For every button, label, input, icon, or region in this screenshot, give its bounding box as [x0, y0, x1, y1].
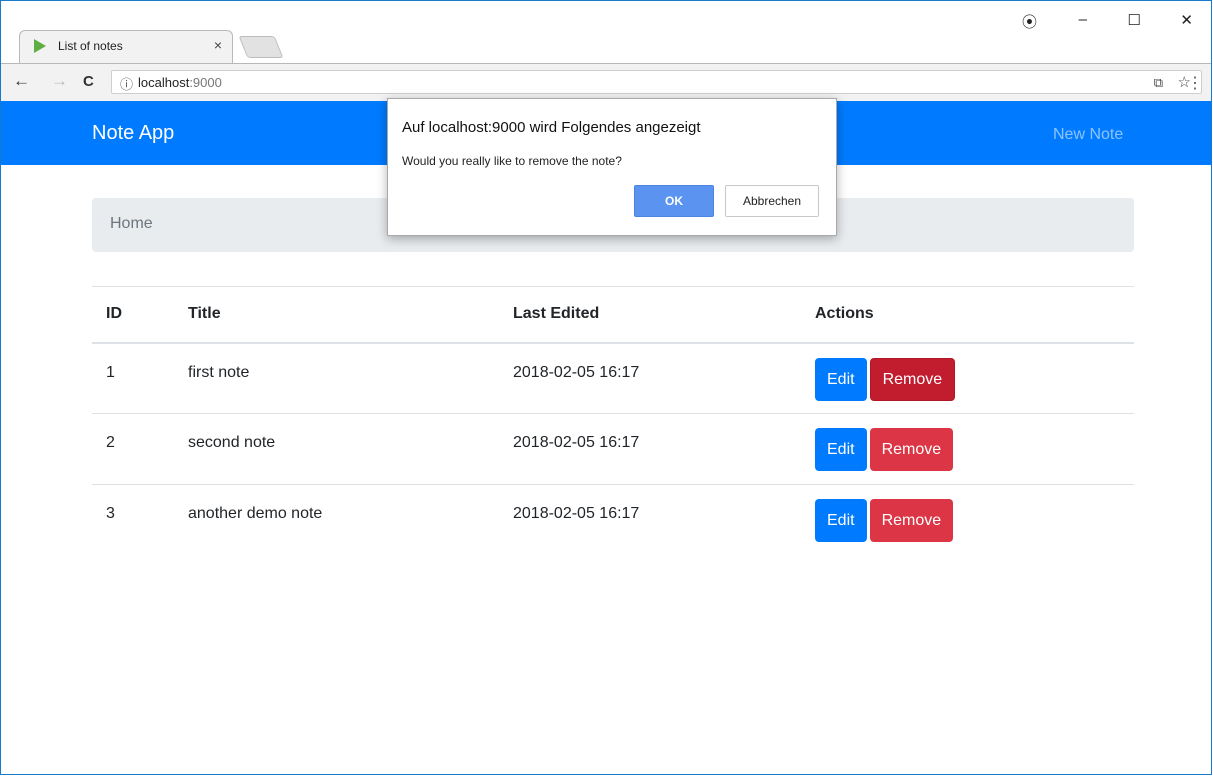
edit-button[interactable]: Edit [815, 357, 867, 401]
note-actions: Edit Remove [801, 342, 1134, 414]
note-last-edited: 2018-02-05 16:17 [499, 342, 801, 414]
address-bar[interactable]: ⓘ localhost:9000 ⧉ ☆ [111, 70, 1202, 94]
url-host: localhost [138, 75, 190, 90]
tab-close-icon[interactable]: × [214, 37, 222, 53]
note-title: second note [174, 413, 499, 485]
ok-button[interactable]: OK [634, 185, 714, 217]
new-note-link[interactable]: New Note [1053, 126, 1123, 144]
table-row: 2 second note 2018-02-05 16:17 Edit Remov… [92, 413, 1134, 485]
header-id: ID [92, 286, 174, 344]
header-title: Title [174, 286, 499, 344]
tab-title: List of notes [58, 39, 123, 53]
menu-icon[interactable]: ⋮ [1187, 73, 1203, 93]
url-port: :9000 [189, 75, 222, 90]
forward-arrow-icon[interactable]: → [51, 71, 68, 91]
note-title: another demo note [188, 505, 323, 522]
minimize-button[interactable]: – [1079, 11, 1087, 28]
translate-icon[interactable]: ⧉ [1154, 75, 1163, 91]
note-actions: Edit Remove [801, 485, 1134, 556]
back-arrow-icon[interactable]: ← [13, 71, 30, 91]
dialog-message: Would you really like to remove the note… [402, 154, 622, 168]
close-window-button[interactable]: ✕ [1180, 11, 1193, 29]
header-actions: Actions [801, 286, 1134, 344]
edit-button[interactable]: Edit [815, 428, 867, 471]
breadcrumb-home[interactable]: Home [110, 215, 153, 233]
browser-window: List of notes × ⦿ – ☐ ✕ ← → C ⓘ localhos… [0, 0, 1212, 775]
new-tab-button[interactable] [238, 36, 284, 58]
remove-button[interactable]: Remove [869, 357, 956, 401]
title-bar: List of notes × ⦿ – ☐ ✕ [1, 1, 1211, 63]
brand-link[interactable]: Note App [92, 122, 174, 145]
note-id: 2 [92, 413, 174, 485]
url-text: localhost:9000 [138, 75, 222, 90]
reload-icon[interactable]: C [83, 73, 94, 90]
info-icon[interactable]: ⓘ [120, 74, 133, 93]
account-icon[interactable]: ⦿ [1022, 11, 1037, 32]
cancel-button[interactable]: Abbrechen [725, 185, 819, 217]
note-id: 3 [106, 505, 115, 522]
remove-button[interactable]: Remove [869, 428, 954, 471]
dialog-title: Auf localhost:9000 wird Folgendes angeze… [402, 119, 701, 136]
note-actions: Edit Remove [801, 413, 1134, 485]
header-last-edited: Last Edited [499, 286, 801, 344]
note-last-edited: 2018-02-05 16:17 [499, 413, 801, 485]
play-favicon-icon [34, 39, 46, 53]
maximize-button[interactable]: ☐ [1128, 11, 1141, 29]
notes-table: ID Title Last Edited Actions 1 first not… [92, 286, 1134, 556]
remove-button[interactable]: Remove [869, 499, 954, 542]
confirm-dialog: Auf localhost:9000 wird Folgendes angeze… [387, 98, 837, 236]
browser-toolbar: ← → C ⓘ localhost:9000 ⧉ ☆ ⋮ [1, 63, 1211, 101]
note-last-edited: 2018-02-05 16:17 [513, 505, 640, 522]
browser-tab[interactable]: List of notes × [19, 30, 233, 63]
edit-button[interactable]: Edit [815, 499, 867, 542]
note-id: 1 [92, 342, 174, 414]
table-row: 3 another demo note 2018-02-05 16:17 Edi… [92, 485, 1134, 556]
table-row: 1 first note 2018-02-05 16:17 Edit Remove [92, 342, 1134, 414]
note-title: first note [174, 342, 499, 414]
table-header-row: ID Title Last Edited Actions [92, 286, 1134, 344]
